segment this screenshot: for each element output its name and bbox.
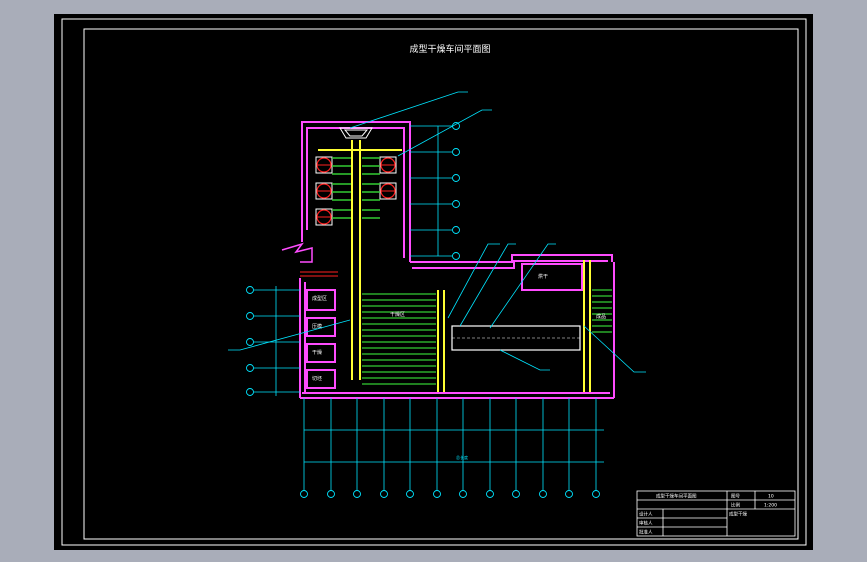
room-label-5: 干燥区 xyxy=(390,311,405,318)
tb-scale-label: 比例 xyxy=(731,502,740,509)
tb-designer-label: 设计人 xyxy=(639,511,653,518)
tb-drawing-name: 成型干燥车间平面图 xyxy=(656,493,697,500)
tb-code-value: 10 xyxy=(768,494,774,500)
tb-row2-right: 成型干燥 xyxy=(729,511,747,518)
tb-code-label: 图号 xyxy=(731,494,740,500)
room-label-4: 切坯 xyxy=(312,375,322,382)
room-label-1: 成型区 xyxy=(312,295,327,302)
dimension-note: 总长度 xyxy=(456,454,468,460)
room-label-6: 烘干 xyxy=(538,273,548,280)
drawing-sheet xyxy=(54,14,813,550)
tb-approver-label: 批准人 xyxy=(639,529,653,536)
tb-scale-value: 1:200 xyxy=(764,503,777,509)
cad-floor-plan-drawing: 成型干燥车间平面图 成型区 压模 干燥 切坯 干燥区 烘干 成品 总长度 成型干… xyxy=(54,14,813,550)
drawing-title: 成型干燥车间平面图 xyxy=(409,43,490,55)
room-label-3: 干燥 xyxy=(312,349,322,356)
tb-reviewer-label: 审核人 xyxy=(639,520,653,527)
room-label-7: 成品 xyxy=(596,313,606,320)
